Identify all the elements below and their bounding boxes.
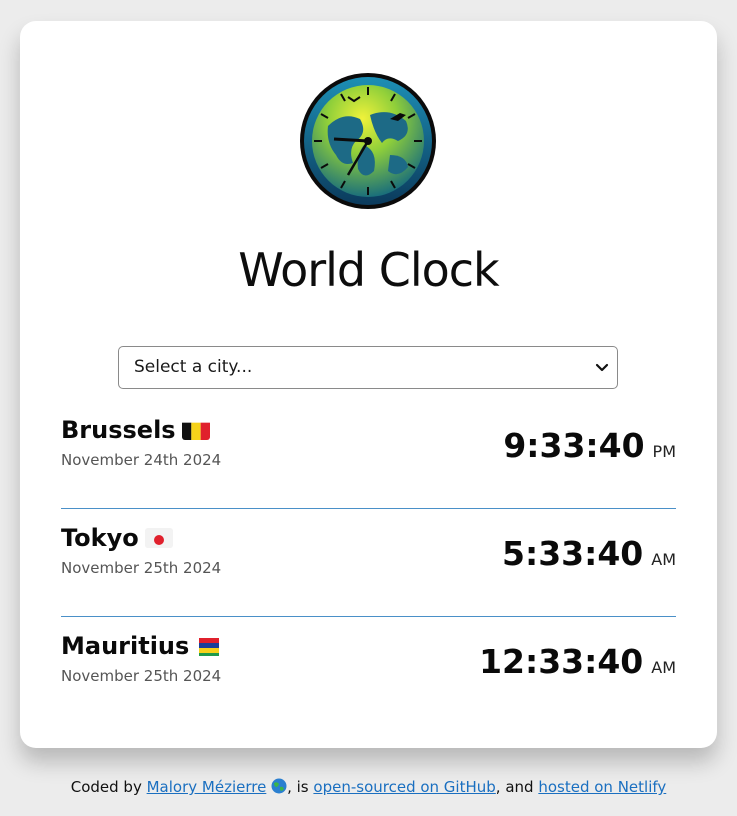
page-title: World Clock bbox=[238, 243, 499, 297]
city-name: Tokyo bbox=[61, 524, 173, 552]
city-time: 12:33:40 AM bbox=[479, 642, 676, 681]
world-clock-logo-icon bbox=[300, 73, 436, 209]
city-row-brussels: Brussels November 24th 2024 9:33:40 PM bbox=[61, 416, 676, 509]
city-name: Brussels bbox=[61, 416, 210, 444]
time-value: 9:33:40 bbox=[503, 426, 645, 465]
time-ampm: AM bbox=[651, 550, 676, 569]
time-value: 5:33:40 bbox=[502, 534, 644, 573]
belgium-flag-icon bbox=[181, 420, 210, 440]
time-ampm: AM bbox=[651, 658, 676, 677]
time-value: 12:33:40 bbox=[479, 642, 644, 681]
main-card: World Clock Select a city... Brussels No… bbox=[20, 21, 717, 748]
globe-icon bbox=[271, 778, 287, 794]
github-link[interactable]: open-sourced on GitHub bbox=[313, 778, 495, 796]
city-time: 9:33:40 PM bbox=[503, 426, 676, 465]
city-name: Mauritius bbox=[61, 632, 223, 660]
city-row-tokyo: Tokyo November 25th 2024 5:33:40 AM bbox=[61, 524, 676, 617]
japan-flag-icon bbox=[144, 528, 173, 548]
city-date: November 25th 2024 bbox=[61, 559, 222, 577]
city-row-mauritius: Mauritius November 25th 2024 12:33:40 AM bbox=[61, 632, 676, 724]
footer: Coded by Malory Mézierre , is open-sourc… bbox=[70, 778, 667, 796]
city-date: November 24th 2024 bbox=[61, 451, 222, 469]
city-select[interactable]: Select a city... bbox=[118, 346, 618, 389]
mauritius-flag-icon bbox=[195, 636, 223, 656]
chevron-down-icon bbox=[595, 363, 609, 372]
author-link[interactable]: Malory Mézierre bbox=[147, 778, 267, 796]
time-ampm: PM bbox=[652, 442, 676, 461]
netlify-link[interactable]: hosted on Netlify bbox=[538, 778, 666, 796]
city-time: 5:33:40 AM bbox=[502, 534, 676, 573]
city-select-value: Select a city... bbox=[134, 357, 253, 377]
city-date: November 25th 2024 bbox=[61, 667, 222, 685]
